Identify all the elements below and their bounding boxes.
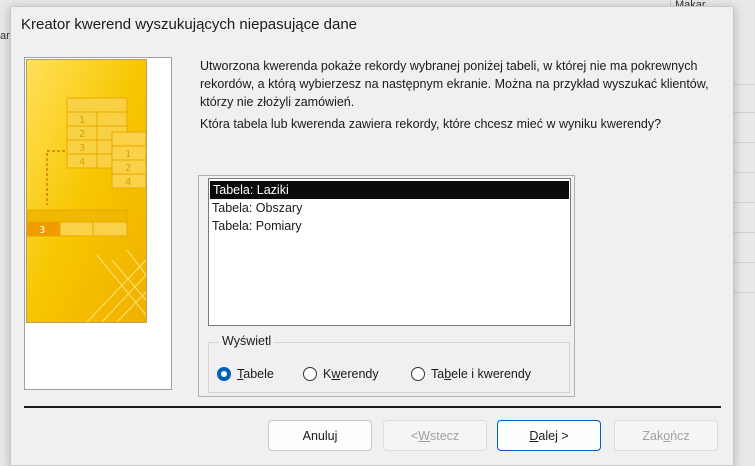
back-button[interactable]: < Wstecz bbox=[383, 420, 487, 451]
intro-text: Utworzona kwerenda pokaże rekordy wybran… bbox=[200, 59, 709, 109]
background-gridline bbox=[733, 292, 755, 293]
table-listbox[interactable]: Tabela: Laziki Tabela: Obszary Tabela: P… bbox=[208, 178, 571, 326]
background-gridline bbox=[733, 262, 755, 263]
radio-unchecked-icon bbox=[411, 367, 425, 381]
illustration-number: 3 bbox=[79, 143, 85, 154]
illustration-number: 4 bbox=[79, 157, 85, 168]
cancel-button[interactable]: Anuluj bbox=[268, 420, 372, 451]
wizard-dialog: Kreator kwerend wyszukujących niepasując… bbox=[10, 6, 734, 466]
finish-button[interactable]: Zak o ńcz bbox=[614, 420, 718, 451]
illustration-number: 3 bbox=[39, 225, 45, 236]
radio-tables-and-queries[interactable]: Tabele i kwerendy bbox=[411, 364, 531, 384]
wizard-illustration: 1 2 3 4 1 2 4 3 bbox=[26, 59, 147, 323]
illustration-number: 1 bbox=[125, 149, 131, 160]
background-gridline bbox=[733, 142, 755, 143]
selection-frame: Tabela: Laziki Tabela: Obszary Tabela: P… bbox=[198, 175, 575, 397]
radio-tables[interactable]: Tabele bbox=[217, 364, 274, 384]
dialog-title: Kreator kwerend wyszukujących niepasując… bbox=[21, 16, 358, 33]
illustration-panel: 1 2 3 4 1 2 4 3 bbox=[24, 57, 172, 390]
view-group-label: Wyświetl bbox=[219, 334, 275, 348]
list-item[interactable]: Tabela: Pomiary bbox=[209, 217, 570, 235]
view-options-group: Wyświetl Tabele Kwerendy Tabele i kweren… bbox=[208, 334, 570, 393]
radio-checked-icon bbox=[217, 367, 231, 381]
question-text: Która tabela lub kwerenda zawiera rekord… bbox=[200, 117, 662, 131]
radio-label: Tabele bbox=[237, 367, 274, 381]
background-gridline bbox=[733, 112, 755, 113]
radio-label: Kwerendy bbox=[323, 367, 379, 381]
radio-queries[interactable]: Kwerendy bbox=[303, 364, 379, 384]
dialog-footer: Anuluj < Wstecz Dalej > Zak o ńcz bbox=[11, 408, 733, 465]
list-item[interactable]: Tabela: Obszary bbox=[209, 199, 570, 217]
illustration-number: 2 bbox=[79, 129, 85, 140]
background-gridline bbox=[733, 232, 755, 233]
list-item[interactable]: Tabela: Laziki bbox=[210, 181, 569, 199]
background-gridline bbox=[733, 172, 755, 173]
next-button[interactable]: Dalej > bbox=[497, 420, 601, 451]
illustration-number: 4 bbox=[125, 177, 131, 188]
illustration-number: 2 bbox=[125, 163, 131, 174]
radio-label: Tabele i kwerendy bbox=[431, 367, 532, 381]
background-gridline bbox=[733, 202, 755, 203]
background-gridline bbox=[733, 84, 755, 85]
illustration-number: 1 bbox=[79, 115, 85, 126]
radio-unchecked-icon bbox=[303, 367, 317, 381]
